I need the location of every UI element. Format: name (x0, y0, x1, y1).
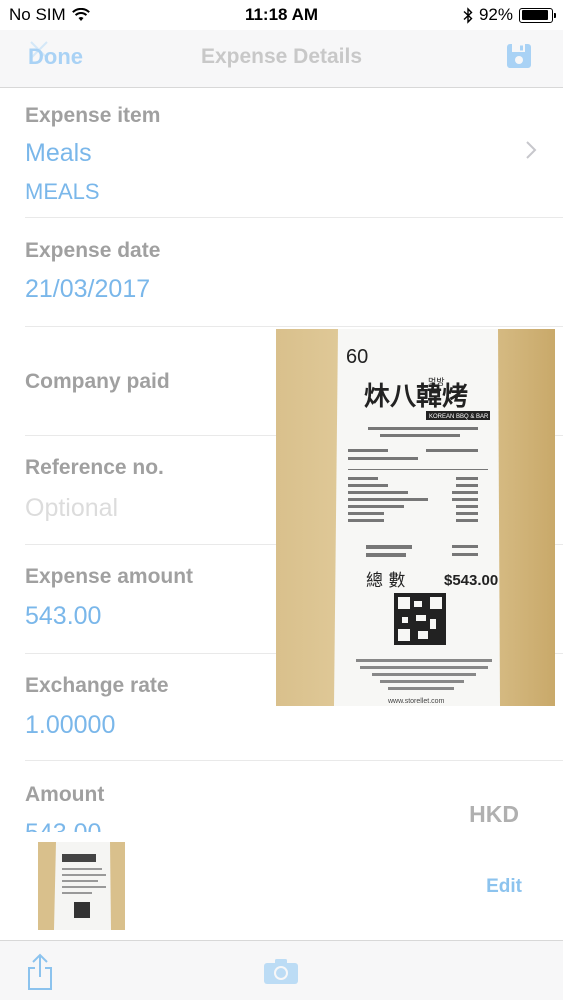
receipt-image: 60 炑八韓烤 먹방 KOREAN BBQ & BAR 總 數 $543.00 (276, 329, 555, 706)
chevron-right-icon (526, 141, 537, 159)
currency-code[interactable]: HKD (469, 801, 519, 828)
expense-item-row[interactable]: Expense item Meals MEALS (0, 88, 563, 218)
battery-fill (521, 10, 549, 20)
expense-item-label: Expense item (25, 104, 161, 127)
expense-date-value: 21/03/2017 (25, 275, 151, 303)
bluetooth-icon (463, 6, 473, 24)
attachment-strip: Edit (0, 832, 563, 940)
receipt-brand-badge: 먹방 (428, 377, 445, 388)
nav-bar: Done Expense Details (0, 30, 563, 88)
status-bar: No SIM 11:18 AM 92% (0, 0, 563, 30)
camera-icon[interactable] (263, 957, 299, 985)
company-paid-label: Company paid (25, 370, 170, 393)
receipt-number: 60 (346, 346, 368, 368)
receipt-total: $543.00 (444, 572, 498, 589)
battery-percent: 92% (478, 5, 513, 24)
expense-amount-value[interactable]: 543.00 (25, 602, 101, 631)
receipt-total-label: 總 數 (366, 571, 405, 591)
status-right: 92% (463, 5, 556, 25)
edit-attachment-link[interactable]: Edit (486, 876, 522, 898)
reference-no-label: Reference no. (25, 456, 164, 479)
share-icon[interactable] (26, 953, 54, 991)
expense-item-value: Meals (25, 139, 92, 167)
receipt-brand-en: KOREAN BBQ & BAR (429, 414, 489, 420)
expense-item-category: MEALS (25, 179, 100, 204)
amount-value: 543.00 (25, 819, 101, 832)
amount-label: Amount (25, 783, 105, 806)
reference-no-input[interactable]: Optional (25, 494, 118, 523)
amount-row[interactable]: Amount 543.00 HKD (0, 761, 563, 832)
expense-amount-label: Expense amount (25, 565, 194, 588)
expense-date-label: Expense date (25, 239, 161, 262)
exchange-rate-label: Exchange rate (25, 674, 169, 697)
exchange-rate-value[interactable]: 1.00000 (25, 711, 115, 740)
receipt-thumbnail[interactable] (38, 842, 125, 930)
receipt-photo[interactable]: 60 炑八韓烤 먹방 KOREAN BBQ & BAR 總 數 $543.00 (276, 329, 555, 706)
bottom-toolbar (0, 940, 563, 1000)
receipt-brand: 炑八韓烤 (364, 382, 468, 412)
qr-code (394, 593, 446, 645)
expense-date-row[interactable]: Expense date 21/03/2017 (0, 218, 563, 327)
battery-icon (519, 7, 556, 23)
page-title: Expense Details (200, 45, 363, 68)
receipt-website: www.storellet.com (387, 698, 445, 705)
save-icon[interactable] (505, 42, 533, 70)
receipt-thumbnail-image (38, 842, 125, 930)
